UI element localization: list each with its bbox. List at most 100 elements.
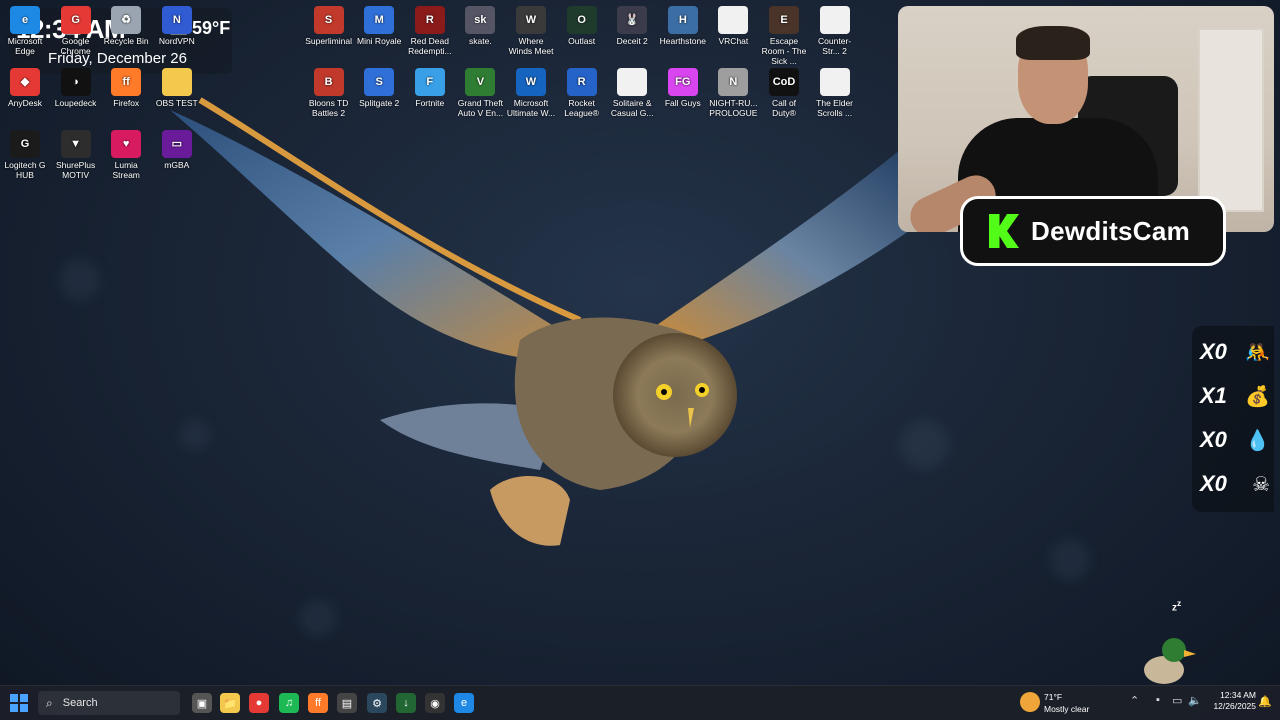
stream-counter-panel: X0 🤼 X1 💰 X0 💧 X0 ☠ xyxy=(1192,326,1274,512)
taskbar-app-task-view-icon[interactable]: ▣ xyxy=(192,693,212,713)
taskbar-time: 12:34 AM xyxy=(1220,690,1256,700)
desktop-icon[interactable]: N NordVPN xyxy=(152,6,202,46)
app-icon: N xyxy=(161,6,192,34)
owl-left-wing-feathers xyxy=(198,97,582,323)
desktop-icon[interactable]: ♥ Lumia Stream xyxy=(101,130,151,180)
desktop-icon[interactable]: ▼ ShurePlus MOTIV xyxy=(51,130,101,180)
desktop-icon-label: skate. xyxy=(469,36,492,46)
desktop-icon[interactable]: F Fortnite xyxy=(405,68,455,108)
tray-app-icon[interactable]: ▪ xyxy=(1156,694,1160,706)
taskbar-app-app-dark-icon[interactable]: ▤ xyxy=(337,693,357,713)
desktop-icon[interactable]: Counter-Str... 2 xyxy=(810,6,860,56)
notification-bell-icon[interactable]: 🔔 xyxy=(1258,695,1272,708)
desktop-icon-label: Mini Royale xyxy=(356,36,402,46)
taskbar-weather[interactable]: 71°F Mostly clear xyxy=(1020,690,1110,716)
desktop-icon[interactable]: S Superliminal xyxy=(304,6,354,46)
desktop-icon[interactable]: ◆ AnyDesk xyxy=(0,68,50,108)
weather-moon-icon xyxy=(1020,692,1040,712)
money-bag-icon: 💰 xyxy=(1245,385,1270,408)
bokeh-light xyxy=(1050,540,1090,580)
desktop-icon-label: VRChat xyxy=(718,36,749,46)
desktop-icon-label: Microsoft Edge xyxy=(7,36,43,56)
desktop-icon-label: Red Dead Redempti... xyxy=(408,36,452,56)
taskbar-app-steam-icon[interactable]: ⚙ xyxy=(367,693,387,713)
kick-channel-name: DewditsCam xyxy=(1031,215,1191,246)
start-button[interactable] xyxy=(10,694,28,712)
taskbar-app-firefox-icon[interactable]: ff xyxy=(308,693,328,713)
taskbar-app-spotify-icon[interactable]: ♫ xyxy=(279,693,299,713)
desktop-icon-label: Lumia Stream xyxy=(112,160,140,180)
volume-icon[interactable]: 🔈 xyxy=(1188,694,1202,707)
desktop-icon[interactable]: N NIGHT-RU... PROLOGUE xyxy=(708,68,758,118)
desktop-icon-label: NordVPN xyxy=(158,36,195,46)
owl-talons xyxy=(490,476,570,546)
desktop-icon-label: Call of Duty® xyxy=(771,98,797,118)
desktop-icon[interactable]: ♻ Recycle Bin xyxy=(101,6,151,46)
desktop-icon-label: Deceit 2 xyxy=(616,36,648,46)
desktop-icon[interactable]: ff Firefox xyxy=(101,68,151,108)
app-icon xyxy=(161,68,192,96)
sleeping-duck-mascot xyxy=(1144,638,1196,684)
bokeh-light xyxy=(180,420,210,450)
network-icon[interactable]: ▭ xyxy=(1172,694,1182,707)
taskbar-app-app-green-icon[interactable]: ↓ xyxy=(396,693,416,713)
desktop-icon[interactable]: M Mini Royale xyxy=(354,6,404,46)
desktop-icon[interactable]: 🐰 Deceit 2 xyxy=(607,6,657,46)
app-icon: 🐰 xyxy=(617,6,648,34)
webcam-person-hair xyxy=(1016,26,1090,60)
desktop-icon[interactable]: V Grand Theft Auto V En... xyxy=(455,68,505,118)
app-icon: R xyxy=(566,68,597,96)
taskbar-app-edge-icon[interactable]: e xyxy=(454,693,474,713)
desktop-icon[interactable]: FG Fall Guys xyxy=(658,68,708,108)
app-icon: ff xyxy=(111,68,142,96)
desktop-icon[interactable]: G Google Chrome xyxy=(51,6,101,56)
taskbar-app-file-explorer-icon[interactable]: 📁 xyxy=(220,693,240,713)
desktop-icon[interactable]: The Elder Scrolls ... xyxy=(810,68,860,118)
chevron-up-icon[interactable]: ⌃ xyxy=(1130,694,1139,707)
desktop-icon[interactable]: CoD Call of Duty® xyxy=(759,68,809,118)
desktop-icon-label: mGBA xyxy=(164,160,190,170)
desktop-icon[interactable]: E Escape Room - The Sick ... xyxy=(759,6,809,66)
taskbar-search-label: Search xyxy=(62,697,98,709)
desktop-icon[interactable]: e Microsoft Edge xyxy=(0,6,50,56)
desktop-icon[interactable]: B Bloons TD Battles 2 xyxy=(304,68,354,118)
desktop-icon[interactable]: O Outlast xyxy=(557,6,607,46)
skull-icon: ☠ xyxy=(1252,473,1270,496)
desktop-icon[interactable]: sk skate. xyxy=(455,6,505,46)
wrestling-icon: 🤼 xyxy=(1245,341,1270,364)
desktop-icon[interactable]: OBS TEST xyxy=(152,68,202,108)
taskbar-search-box[interactable]: ⌕ Search xyxy=(38,691,180,715)
app-icon: M xyxy=(364,6,395,34)
app-icon: V xyxy=(465,68,496,96)
desktop-icon[interactable]: ◑ Loupedeck xyxy=(51,68,101,108)
desktop-icon[interactable]: R Rocket League® xyxy=(557,68,607,118)
app-icon: S xyxy=(364,68,395,96)
desktop-icon-label: Solitaire & Casual G... xyxy=(610,98,654,118)
counter-value: X0 xyxy=(1200,471,1227,496)
taskbar-clock[interactable]: 12:34 AM 12/26/2025 xyxy=(1206,690,1256,712)
bokeh-light xyxy=(60,260,100,300)
owl-body xyxy=(514,317,706,490)
counter-value: X0 xyxy=(1200,339,1227,364)
desktop-icon[interactable]: Solitaire & Casual G... xyxy=(607,68,657,118)
desktop-icon-label: Outlast xyxy=(568,36,596,46)
taskbar-app-chrome-icon[interactable]: ● xyxy=(249,693,269,713)
bokeh-light xyxy=(900,420,950,470)
desktop-icon[interactable]: R Red Dead Redempti... xyxy=(405,6,455,56)
desktop-icon[interactable]: G Logitech G HUB xyxy=(0,130,50,180)
desktop-icon-label: Microsoft Ultimate W... xyxy=(506,98,556,118)
desktop-icon[interactable]: ▭ mGBA xyxy=(152,130,202,170)
desktop-icon-label: Counter-Str... 2 xyxy=(818,36,852,56)
desktop-icon-label: ShurePlus MOTIV xyxy=(55,160,96,180)
desktop-icon-label: Logitech G HUB xyxy=(4,160,46,180)
owl-face xyxy=(613,333,737,457)
desktop-icon[interactable]: S Splitgate 2 xyxy=(354,68,404,108)
desktop-icon[interactable]: W Where Winds Meet xyxy=(506,6,556,56)
desktop-icon-label: The Elder Scrolls ... xyxy=(816,98,854,118)
desktop-icon[interactable]: H Hearthstone xyxy=(658,6,708,46)
taskbar-app-obs-icon[interactable]: ◉ xyxy=(425,693,445,713)
desktop-icon[interactable]: W Microsoft Ultimate W... xyxy=(506,68,556,118)
desktop-icon[interactable]: VRChat xyxy=(708,6,758,46)
app-icon xyxy=(819,6,850,34)
owl-eye-right xyxy=(695,383,709,397)
